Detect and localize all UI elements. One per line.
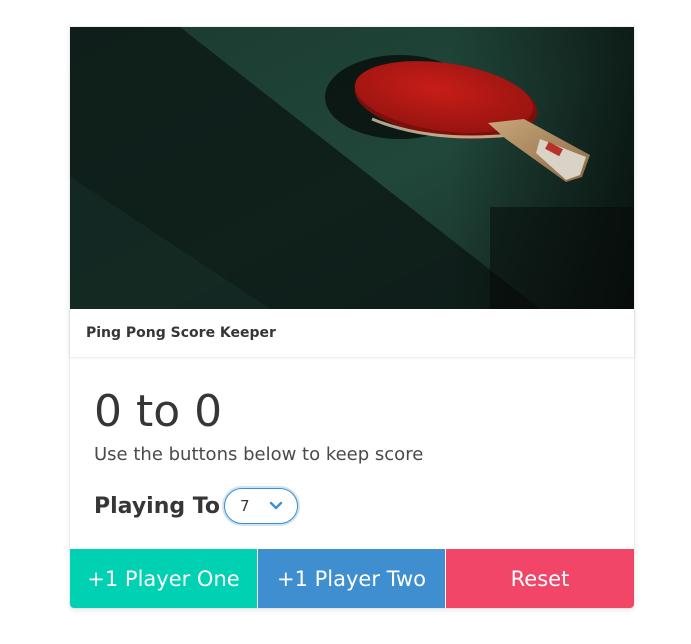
add-point-player-two-button[interactable]: +1 Player Two bbox=[258, 549, 445, 608]
playing-to-label: Playing To bbox=[94, 493, 220, 519]
reset-button[interactable]: Reset bbox=[446, 549, 634, 608]
score-instructions: Use the buttons below to keep score bbox=[94, 444, 424, 465]
card-header: Ping Pong Score Keeper bbox=[70, 309, 634, 357]
playing-to-row: Playing To 7 bbox=[94, 486, 298, 526]
chevron-down-icon bbox=[269, 501, 283, 510]
ping-pong-paddle-photo bbox=[70, 27, 634, 309]
score-keeper-card: Ping Pong Score Keeper 0 to 0 Use the bu… bbox=[70, 27, 634, 608]
playing-to-select[interactable]: 7 bbox=[223, 488, 298, 524]
card-title: Ping Pong Score Keeper bbox=[86, 325, 276, 341]
score-display: 0 to 0 bbox=[94, 386, 223, 437]
playing-to-selected-value: 7 bbox=[239, 497, 250, 515]
card-footer: +1 Player One +1 Player Two Reset bbox=[70, 549, 634, 608]
add-point-player-one-button[interactable]: +1 Player One bbox=[70, 549, 257, 608]
